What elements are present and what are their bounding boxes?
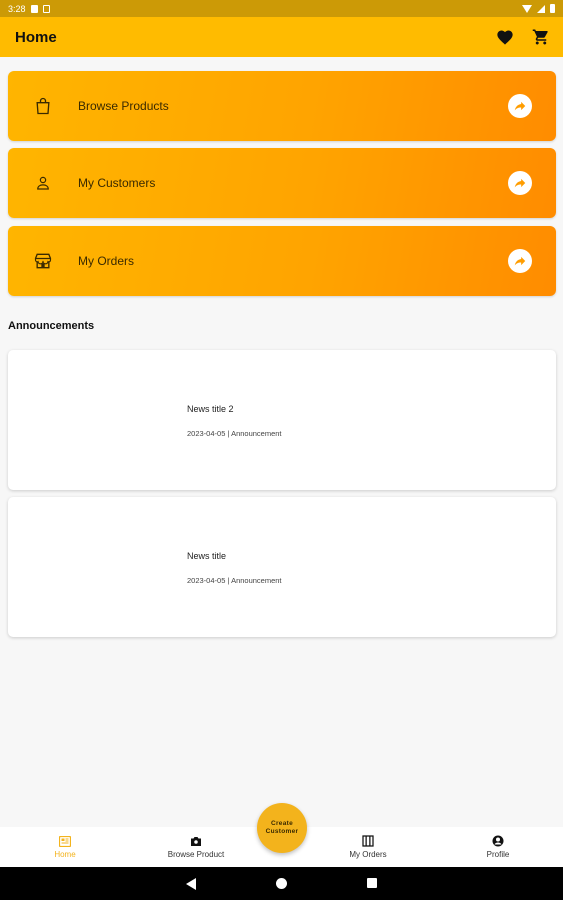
camera-icon: [190, 835, 202, 847]
sd-card-icon: [30, 4, 38, 13]
announcements-heading: Announcements: [8, 320, 95, 332]
arrow-forward-icon[interactable]: [508, 94, 532, 118]
browse-products-card[interactable]: Browse Products: [8, 71, 556, 141]
orders-icon: [362, 835, 374, 847]
profile-icon: [492, 835, 504, 847]
back-icon[interactable]: [186, 878, 196, 890]
wifi-icon: [522, 4, 532, 13]
my-customers-label: My Customers: [78, 176, 156, 190]
status-time: 3:28: [8, 3, 26, 14]
my-orders-card[interactable]: My Orders: [8, 226, 556, 296]
status-bar: 3:28: [0, 0, 563, 17]
nav-my-orders-label: My Orders: [349, 850, 387, 859]
signal-icon: [537, 4, 545, 13]
person-icon: [32, 172, 54, 194]
arrow-forward-icon[interactable]: [508, 249, 532, 273]
notification-icon: [42, 4, 50, 13]
cart-icon[interactable]: [530, 26, 552, 48]
browse-products-label: Browse Products: [78, 99, 169, 113]
heart-icon[interactable]: [494, 26, 516, 48]
nav-home[interactable]: Home: [15, 827, 115, 867]
home-icon: [59, 835, 71, 847]
nav-browse-product-label: Browse Product: [167, 850, 225, 859]
home-button-icon[interactable]: [276, 878, 287, 889]
create-customer-button[interactable]: Create Customer: [257, 803, 307, 853]
nav-profile-label: Profile: [486, 850, 510, 859]
news-title: News title: [187, 551, 227, 561]
my-customers-card[interactable]: My Customers: [8, 148, 556, 218]
nav-home-label: Home: [54, 850, 76, 859]
news-title: News title 2: [187, 404, 234, 414]
recent-apps-icon[interactable]: [367, 878, 377, 888]
news-meta: 2023-04-05 | Announcement: [187, 429, 282, 438]
my-orders-label: My Orders: [78, 254, 135, 268]
shopping-bag-icon: [32, 95, 54, 117]
battery-icon: [550, 4, 555, 13]
app-bar: Home: [0, 17, 563, 57]
system-navigation-bar: [0, 867, 563, 900]
nav-browse-product[interactable]: Browse Product: [146, 827, 246, 867]
news-card[interactable]: News title 2023-04-05 | Announcement: [8, 497, 556, 637]
store-icon: [32, 250, 54, 272]
news-card[interactable]: News title 2 2023-04-05 | Announcement: [8, 350, 556, 490]
page-title: Home: [15, 28, 57, 46]
nav-my-orders[interactable]: My Orders: [318, 827, 418, 867]
news-meta: 2023-04-05 | Announcement: [187, 576, 282, 585]
arrow-forward-icon[interactable]: [508, 171, 532, 195]
create-customer-label: Create Customer: [265, 820, 299, 835]
nav-profile[interactable]: Profile: [448, 827, 548, 867]
